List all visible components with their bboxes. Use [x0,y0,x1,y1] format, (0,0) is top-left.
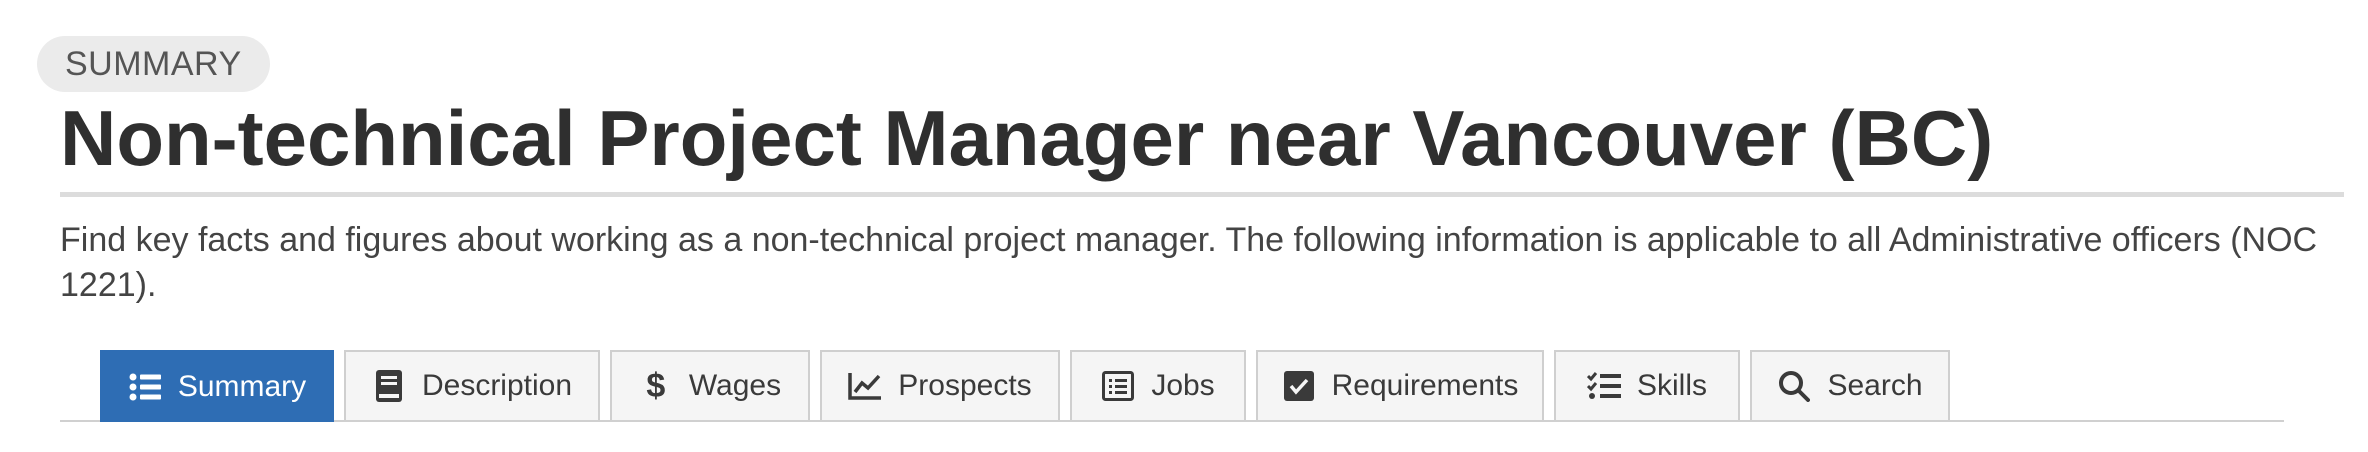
tab-description[interactable]: Description [344,350,600,420]
tab-description-label: Description [421,369,573,402]
tab-summary-label: Summary [177,370,307,403]
tab-requirements-label: Requirements [1331,369,1519,402]
tab-jobs-label: Jobs [1151,369,1215,402]
tab-bar: Summary Description $ Wages Prospects Jo… [60,350,2284,422]
page-title: Non-technical Project Manager near Vanco… [60,94,1994,182]
tab-prospects-label: Prospects [898,369,1032,402]
title-divider [60,192,2344,197]
list-icon [128,370,162,404]
tab-wages-label: Wages [688,369,782,402]
tab-prospects[interactable]: Prospects [820,350,1060,420]
search-icon [1777,369,1811,403]
tasks-icon [1586,369,1621,403]
tab-jobs[interactable]: Jobs [1070,350,1246,420]
tab-skills-label: Skills [1636,369,1707,402]
tab-summary[interactable]: Summary [100,350,334,422]
tab-search-label: Search [1827,369,1923,402]
check-square-icon [1282,369,1316,403]
tab-skills[interactable]: Skills [1554,350,1740,420]
chart-line-icon [848,369,882,403]
list-alt-icon [1101,369,1135,403]
page-description: Find key facts and figures about working… [60,221,2318,304]
tab-search[interactable]: Search [1750,350,1950,420]
tab-requirements[interactable]: Requirements [1256,350,1544,420]
book-icon [372,369,406,403]
dollar-icon: $ [646,366,666,405]
section-badge: SUMMARY [37,36,270,92]
tab-wages[interactable]: $ Wages [610,350,810,420]
